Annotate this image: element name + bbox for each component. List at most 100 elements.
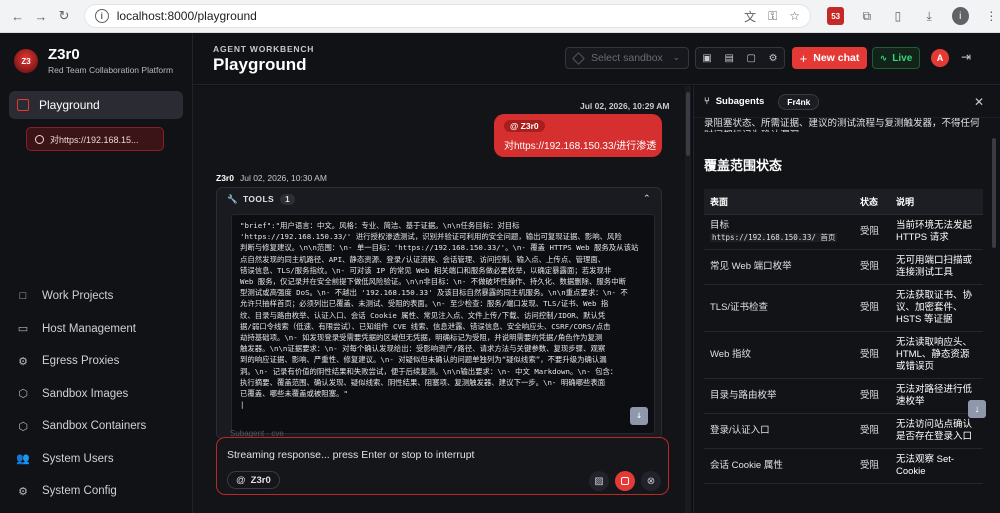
tool-call-output[interactable]: "brief":"用户语言：中文。风格：专业、简洁、基于证据。\n\n任务目标：… [231,214,655,434]
scroll-down-icon[interactable]: ↓ [630,407,648,425]
back-icon[interactable]: ← [10,9,25,24]
code-line: 'https://192.168.150.33/' 进行授权渗透测试，识别并验证… [240,232,622,242]
layout-icon[interactable]: ▤ [724,53,733,64]
code-line: 执行摘要、覆盖范围、确认发现、疑似线索、阴性结果、阻塞项、复测触发器、建议下一步… [240,377,606,387]
sidebar-item-label: System Config [42,485,117,498]
sidebar-toggle-icon[interactable]: ▯ [889,7,906,25]
table-row: 目标 https://192.168.150.33/ 首页 受阻 当前环境无法发起 H… [704,214,983,250]
attach-image-icon[interactable]: ▨ [589,471,609,491]
chat-scrollbar-thumb[interactable] [686,92,690,156]
state-cell: 受阻 [854,284,890,332]
network-icon: ⚙ [18,355,28,368]
surface-text: 登录/认证入口 [710,425,770,436]
reload-icon[interactable]: ↻ [57,8,72,24]
code-line: 允许只抽样首页；必须列出已覆盖、未测试、受阻的表面。\n- 至少检查：服务/端口… [240,299,609,309]
tools-card: 🔧 TOOLS 1 ⌃ "brief":"用户语言：中文。风格：专业、简洁、基于… [216,187,662,439]
live-status-badge: ∿ Live [872,47,920,69]
sidebar-item-host-management[interactable]: ▭ Host Management [16,313,146,346]
logo-icon: Z3 [14,49,38,73]
state-cell: 受阻 [854,214,890,250]
stop-button[interactable] [615,471,635,491]
cancel-icon[interactable]: ⊗ [641,471,661,491]
cube-icon [572,51,585,65]
new-chat-button[interactable]: + New chat [792,47,867,69]
address-bar[interactable]: i localhost:8000/playground 文 ⚿ ☆ [83,4,812,28]
sidebar-item-label: Egress Proxies [42,355,120,368]
chat-history-item[interactable]: 对https://192.168.15... [26,127,164,151]
sidebar-item-label: Playground [39,98,100,112]
table-row: 目录与路由枚举 受阻 无法对路径进行低速枚举 [704,378,983,414]
sidebar-item-system-config[interactable]: ⚙ System Config [16,475,146,508]
state-cell: 受阻 [854,378,890,414]
note-cell: 无法观察 Set-Cookie [890,448,983,484]
user-message-time: Jul 02, 2026, 10:29 AM [580,101,670,111]
sidebar-item-label: Work Projects [42,290,114,303]
user-message: @ Z3r0 对https://192.168.150.33/进行渗透 [494,114,662,157]
agent-selector-label: Z3r0 [250,474,271,486]
agent-selector[interactable]: @ Z3r0 [227,471,280,489]
scroll-down-icon[interactable]: ↓ [968,400,986,418]
forward-icon[interactable]: → [33,9,48,24]
document-icon[interactable]: ▢ [747,53,756,64]
star-icon[interactable]: ☆ [789,9,800,23]
sidebar-item-label: System Users [42,452,114,465]
tools-count-badge: 1 [280,193,295,205]
close-icon[interactable]: ✕ [974,95,984,109]
code-lines: "brief":"用户语言：中文。风格：专业、简洁、基于证据。\n\n任务目标：… [240,220,646,410]
sidebar-item-work-projects[interactable]: □ Work Projects [16,280,146,313]
sidebar-item-sandbox-containers[interactable]: ⬡ Sandbox Containers [16,410,146,443]
user-avatar[interactable]: A [931,49,949,67]
composer-input[interactable]: Streaming response... press Enter or sto… [227,449,474,461]
sidebar-item-egress-proxies[interactable]: ⚙ Egress Proxies [16,345,146,378]
column-header: 表面 [704,189,854,215]
logout-icon[interactable]: ⇥ [961,50,971,64]
report-intro: 录阻塞状态、所需证据、建议的测试流程与复测触发器，不得任何时间都标记为确认漏洞。 [704,118,980,132]
note-cell: 无可用端口扫描或连接测试工具 [890,249,983,285]
live-label: Live [892,52,913,64]
table-row: Web 指纹 受阻 无法读取响应头、HTML、静态资源或错误页 [704,331,983,379]
surface-text: Web 指纹 [710,349,752,360]
site-info-icon[interactable]: i [94,9,109,23]
profile-avatar[interactable]: i [951,7,969,25]
pulse-icon: ∿ [879,52,888,63]
subagent-tab[interactable]: Fr4nk [778,93,820,110]
panel-scrollbar-thumb[interactable] [992,138,996,248]
at-icon: @ [236,474,246,486]
stop-icon [621,477,629,485]
puzzle-icon[interactable]: ⧉ [858,7,875,25]
page-eyebrow: AGENT WORKBENCH [213,44,315,54]
panel-icon[interactable]: ▣ [702,53,711,64]
agent-message-meta: Z3r0 Jul 02, 2026, 10:30 AM [216,173,327,183]
extension-badge-icon[interactable]: 53 [827,7,845,25]
chevron-up-icon[interactable]: ⌃ [643,193,651,204]
user-mention-tag: @ Z3r0 [504,120,545,132]
surface-text: TLS/证书检查 [710,302,769,313]
message-composer[interactable]: Streaming response... press Enter or sto… [216,437,669,495]
state-cell: 受阻 [854,331,890,379]
menu-icon[interactable]: ⋮ [983,7,1000,25]
code-line: 劫持基础项。\n- 如发现登录受需要凭据的区域但无凭据，明确标记为受阻，并说明需… [240,333,603,343]
settings-icon[interactable]: ⚙ [769,53,778,64]
code-line: 纹、目录与路由枚举、认证入口、会话 Cookie 属性、常见注入点、文件上传/下… [240,310,606,320]
folder-icon: □ [19,290,27,303]
sidebar-item-system-users[interactable]: 👥 System Users [16,443,146,476]
sidebar-item-sandbox-images[interactable]: ⬡ Sandbox Images [16,378,146,411]
surface-cell: 登录/认证入口 [704,413,854,449]
code-line: Web 服务，仅记录并在安全前提下做低风险验证。\n\n非目标：\n- 不做破坏… [240,277,626,287]
sandbox-select[interactable]: Select sandbox ⌄ [565,47,689,69]
coverage-table-body: 目标 https://192.168.150.33/ 首页 受阻 当前环境无法发起 H… [704,214,983,484]
code-line: | [240,400,245,410]
surface-cell: 目标 https://192.168.150.33/ 首页 [704,214,854,250]
subagents-panel: ⑂ Subagents Fr4nk ✕ 录阻塞状态、所需证据、建议的测试流程与复… [693,86,1000,513]
surface-text: 会话 Cookie 属性 [710,460,783,471]
sidebar-item-label: Host Management [42,322,136,335]
sidebar-item-playground[interactable]: Playground [9,91,183,119]
key-icon[interactable]: ⚿ [768,9,777,24]
code-line: 触发器。\n\n证据要求：\n- 对每个确认发现给出：受影响资产/路径、请求方法… [240,344,606,354]
column-header: 说明 [890,189,983,215]
download-icon[interactable]: ⤓ [921,7,938,25]
code-line: 到的响应证据、影响、严重性、修复建议。\n- 对疑似但未确认的问题单独列为“疑似… [240,355,607,365]
tools-header[interactable]: 🔧 TOOLS 1 ⌃ [217,188,661,210]
surface-text: 目标 [710,220,730,231]
translate-icon[interactable]: 文 [744,8,756,25]
